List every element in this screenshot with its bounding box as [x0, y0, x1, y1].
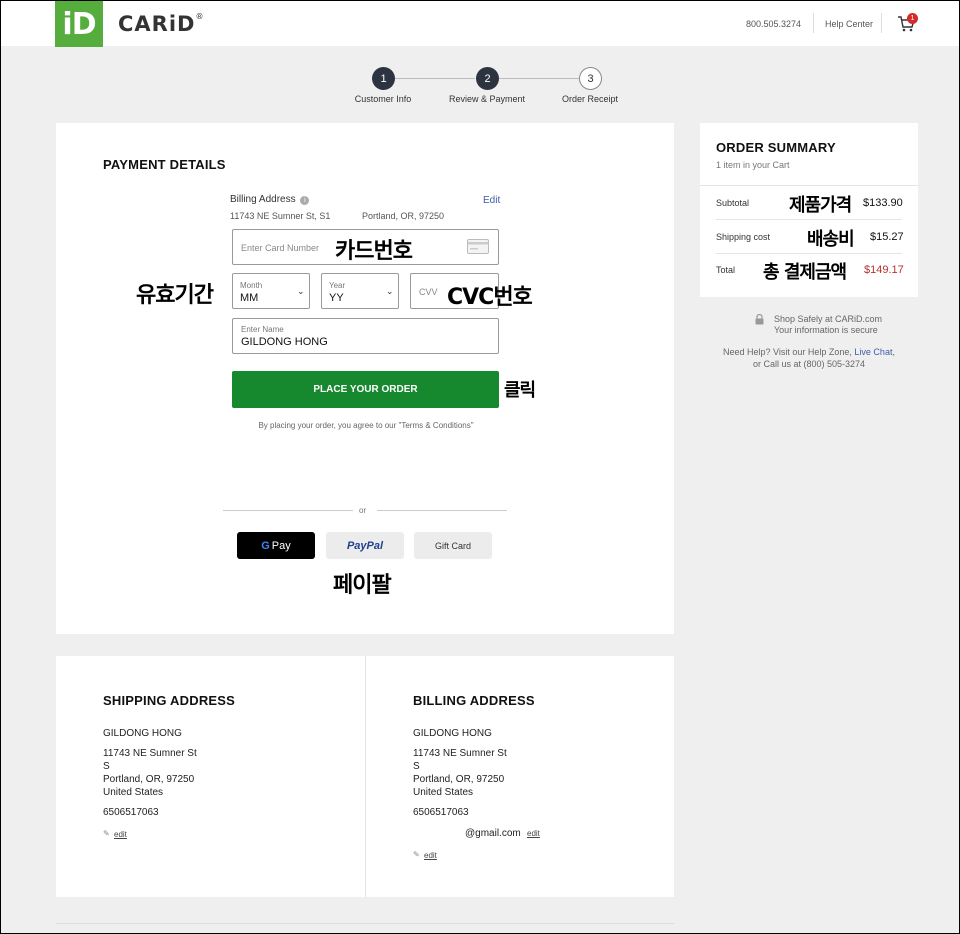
order-summary-title: ORDER SUMMARY [716, 140, 836, 155]
chevron-down-icon: ⌄ [297, 286, 305, 296]
annotation-paypal: 페이팔 [333, 573, 392, 598]
annotation-subtotal: 제품가격 [789, 195, 852, 216]
billing-street: 11743 NE Sumner St, S1 [230, 211, 331, 221]
shipping-unit: S [103, 761, 110, 772]
summary-divider [716, 219, 902, 220]
email-edit-link[interactable]: edit [527, 829, 540, 838]
billing-email: @gmail.com [465, 828, 521, 839]
summary-divider [716, 253, 902, 254]
cart-count-badge: 1 [907, 13, 918, 24]
step-3-label: Order Receipt [561, 94, 619, 104]
or-text: or [359, 506, 367, 515]
shipping-city: Portland, OR, 97250 [103, 774, 195, 785]
annotation-total: 총 결제금액 [763, 262, 847, 283]
subtotal-label: Subtotal [716, 198, 750, 208]
brand-logo-text[interactable]: CARiD® [118, 12, 204, 36]
place-order-button[interactable]: PLACE YOUR ORDER [232, 371, 499, 408]
year-value: YY [329, 292, 344, 304]
annotation-shipping: 배송비 [807, 229, 855, 250]
summary-divider [700, 185, 918, 186]
cvv-placeholder: CVV [419, 287, 438, 297]
brand-logo-icon[interactable]: iD [55, 1, 103, 47]
address-divider [365, 656, 366, 897]
payment-title: PAYMENT DETAILS [103, 157, 226, 172]
footer-divider [56, 923, 674, 924]
need-help-text: Need Help? Visit our Help Zone, Live Cha… [723, 347, 895, 357]
billing-address-title: BILLING ADDRESS [413, 693, 535, 708]
year-label: Year [329, 281, 346, 290]
edit-icon: ✎ [103, 829, 110, 838]
google-g-icon: G [261, 539, 270, 552]
shipping-edit-link[interactable]: edit [114, 830, 127, 839]
google-pay-button[interactable]: G Pay [237, 532, 315, 559]
lock-icon [755, 314, 764, 325]
total-value: $149.17 [864, 264, 904, 276]
terms-text: By placing your order, you agree to our … [258, 421, 474, 430]
shipping-address-title: SHIPPING ADDRESS [103, 693, 236, 708]
shop-safely-text: Shop Safely at CARiD.com [774, 314, 883, 324]
call-us-text: or Call us at (800) 505-3274 [752, 359, 866, 369]
billing-street-line: 11743 NE Sumner St [413, 748, 507, 759]
name-value: GILDONG HONG [241, 336, 328, 348]
header-divider [881, 13, 882, 33]
billing-city-line: Portland, OR, 97250 [413, 774, 505, 785]
billing-country: United States [413, 787, 474, 798]
step-1-circle: 1 [372, 67, 395, 90]
billing-name: GILDONG HONG [413, 728, 492, 739]
step-3-circle: 3 [579, 67, 602, 90]
step-connector [395, 78, 475, 79]
chevron-down-icon: ⌄ [386, 286, 394, 296]
card-number-placeholder: Enter Card Number [241, 243, 320, 253]
gift-card-button[interactable]: Gift Card [414, 532, 492, 559]
subtotal-value: $133.90 [863, 197, 903, 209]
info-secure-text: Your information is secure [774, 325, 878, 335]
billing-city: Portland, OR, 97250 [362, 211, 445, 221]
info-icon[interactable]: i [300, 196, 310, 205]
edit-icon: ✎ [413, 850, 420, 859]
live-chat-link[interactable]: Live Chat [854, 347, 892, 357]
step-2-circle: 2 [476, 67, 499, 90]
annotation-card-number: 카드번호 [335, 239, 413, 264]
shipping-cost-label: Shipping cost [716, 232, 771, 242]
billing-edit-link[interactable]: Edit [483, 195, 500, 206]
shipping-street: 11743 NE Sumner St [103, 748, 197, 759]
step-1-label: Customer Info [354, 94, 412, 104]
billing-edit-link-bottom[interactable]: edit [424, 851, 437, 860]
cart-item-count: 1 item in your Cart [716, 160, 790, 170]
month-value: MM [240, 292, 259, 304]
or-divider-left [223, 510, 353, 511]
annotation-cvc: CVC번호 [447, 285, 533, 310]
month-label: Month [240, 281, 263, 290]
total-label: Total [716, 265, 736, 275]
billing-phone: 6506517063 [413, 807, 469, 818]
annotation-expiry: 유효기간 [136, 283, 214, 308]
paypal-button[interactable]: PayPal [326, 532, 404, 559]
help-center-link[interactable]: Help Center [825, 19, 873, 29]
credit-card-icon [467, 239, 489, 254]
billing-unit: S [413, 761, 420, 772]
billing-address-label: Billing Address i [230, 194, 310, 205]
shipping-name: GILDONG HONG [103, 728, 182, 739]
annotation-click: 클릭 [504, 380, 536, 401]
name-label: Enter Name [241, 325, 284, 334]
step-2-label: Review & Payment [448, 94, 526, 104]
or-divider-right [377, 510, 507, 511]
shipping-phone: 6506517063 [103, 807, 159, 818]
header-phone[interactable]: 800.505.3274 [746, 19, 801, 29]
header-divider [813, 13, 814, 33]
shipping-cost-value: $15.27 [870, 231, 904, 243]
shipping-country: United States [103, 787, 164, 798]
step-connector [499, 78, 579, 79]
